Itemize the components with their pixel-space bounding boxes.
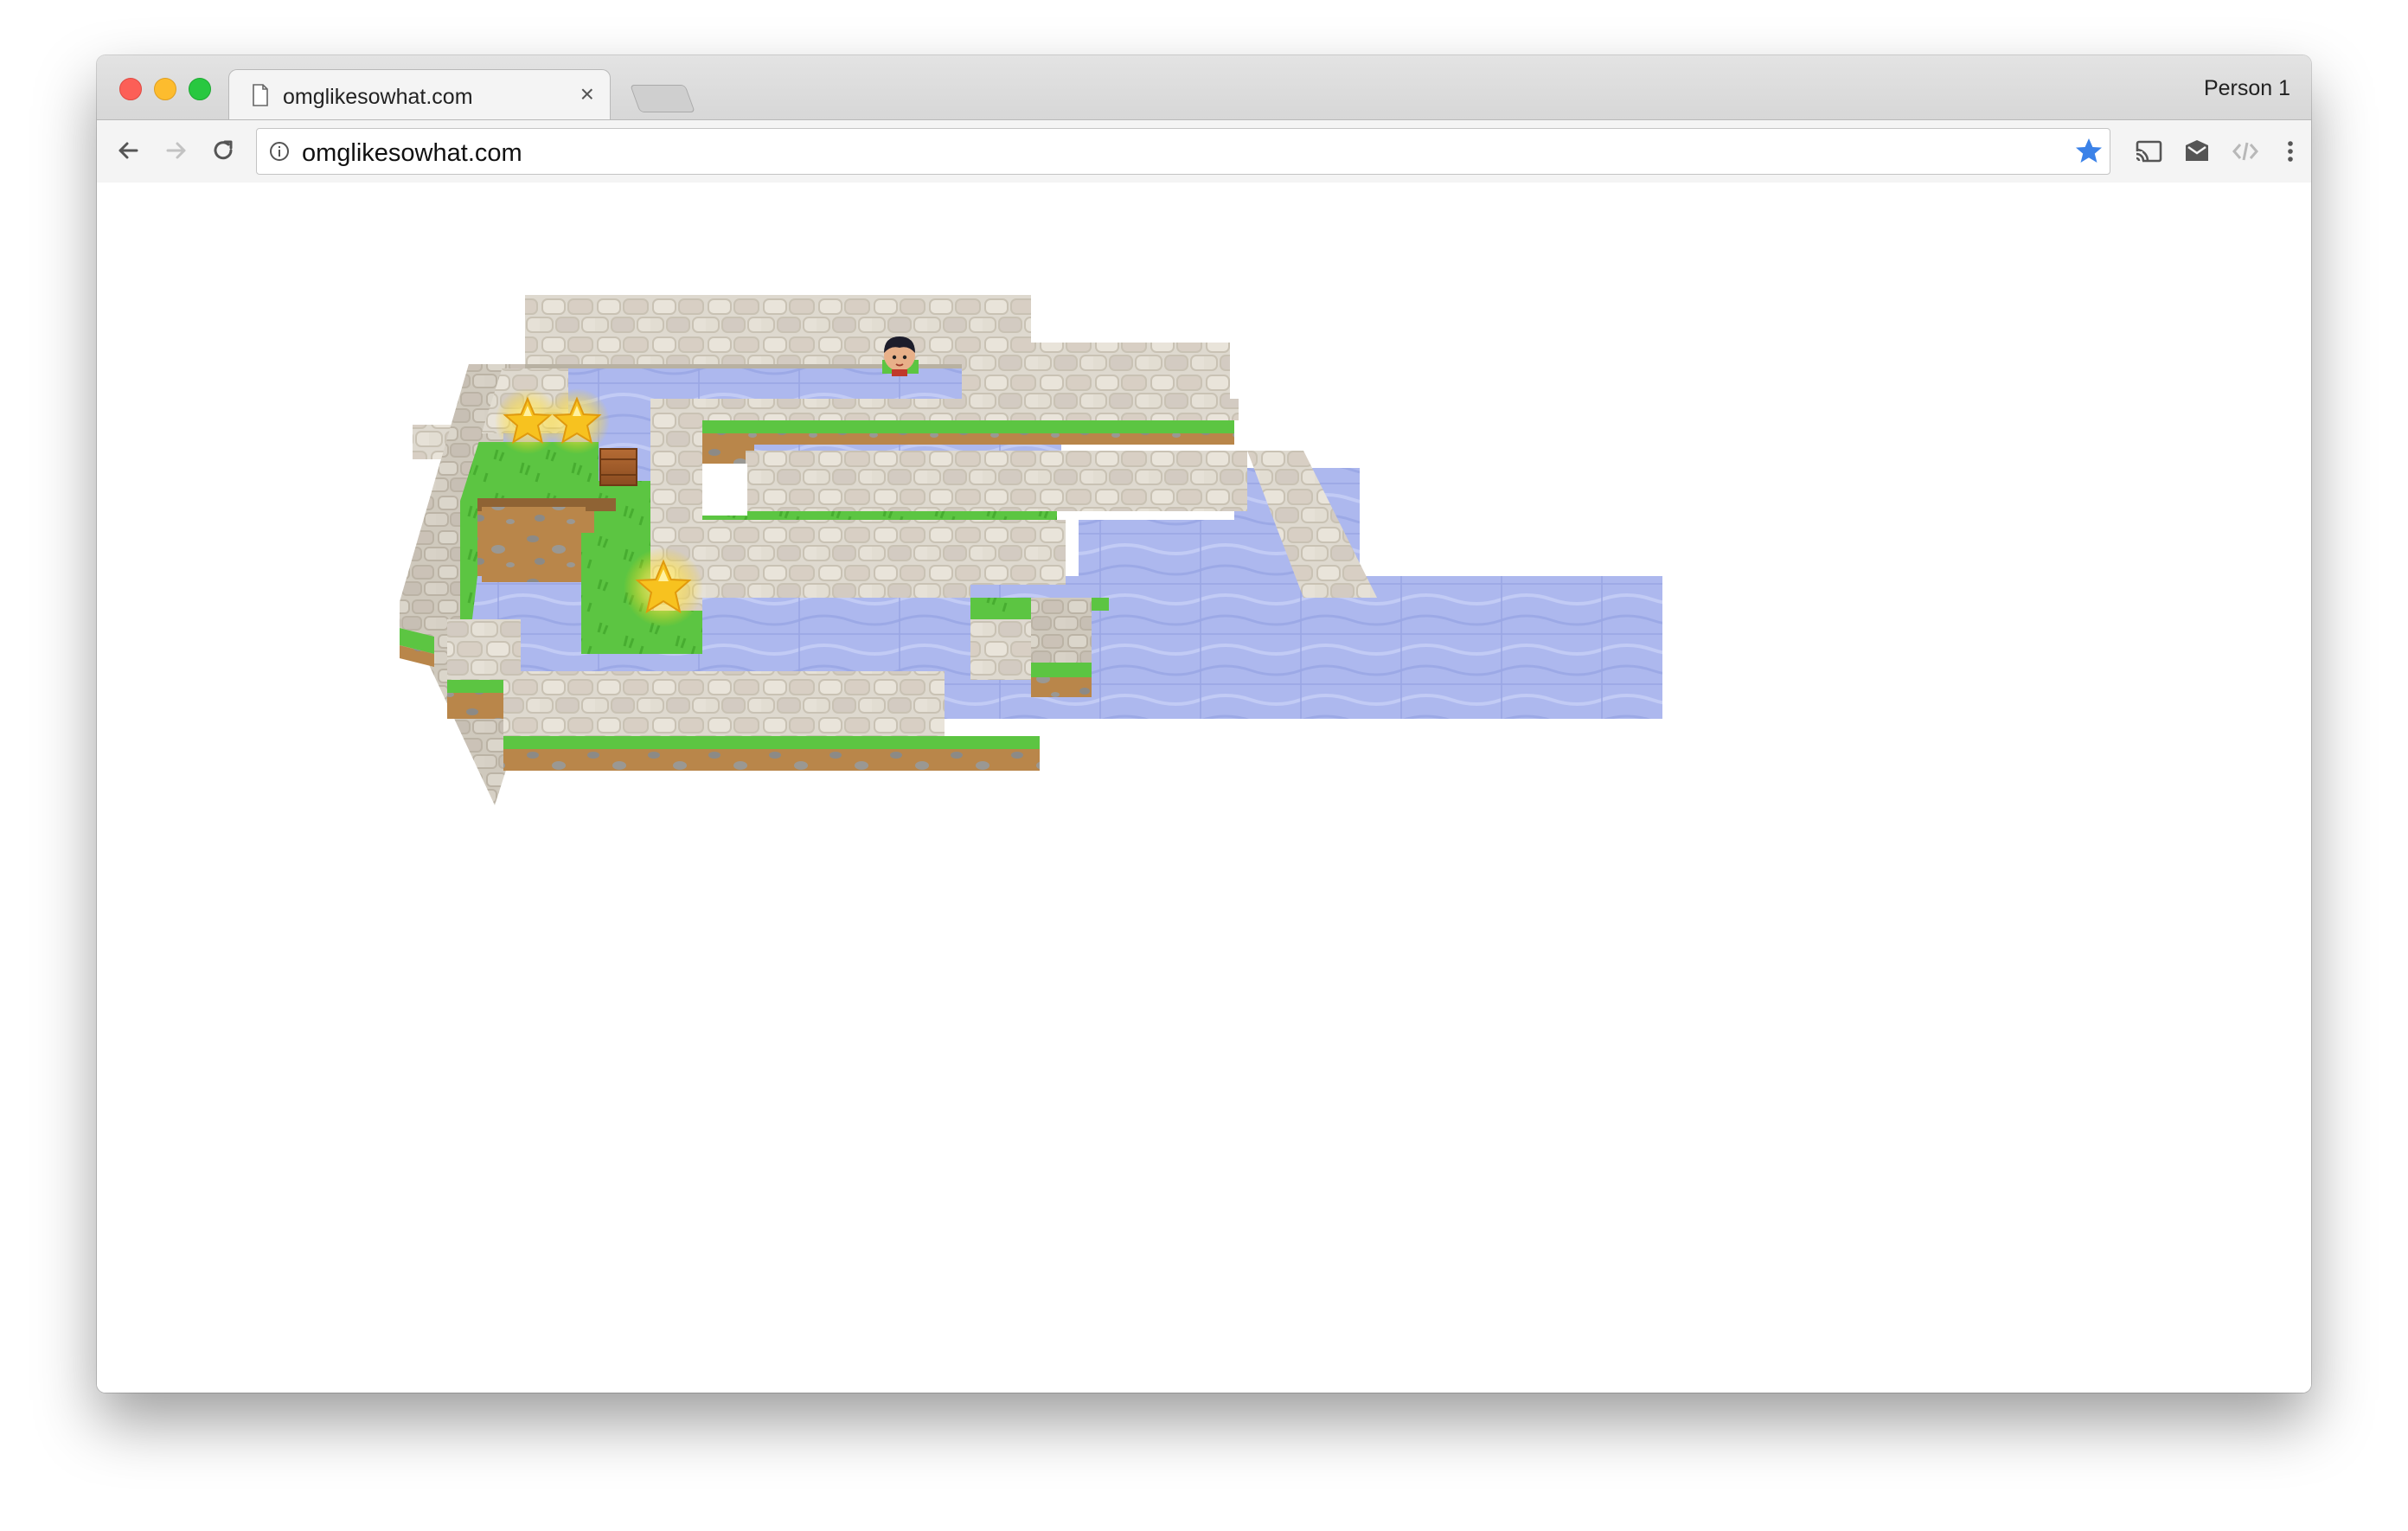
new-tab-button[interactable] (630, 85, 695, 112)
cast-icon[interactable] (2133, 136, 2164, 167)
window-zoom-button[interactable] (189, 78, 211, 100)
profile-name[interactable]: Person 1 (2204, 76, 2290, 101)
wooden-crate[interactable] (599, 448, 637, 486)
address-bar[interactable]: omglikesowhat.com (256, 128, 2110, 175)
tab-strip: omglikesowhat.com × Person 1 (97, 55, 2311, 120)
info-icon[interactable] (269, 141, 290, 162)
tab-close-icon[interactable]: × (580, 82, 594, 106)
forward-arrow-icon[interactable] (161, 135, 192, 166)
window-close-button[interactable] (119, 78, 142, 100)
code-extension-icon[interactable] (2230, 136, 2261, 167)
reload-icon[interactable] (208, 135, 239, 166)
url-text: omglikesowhat.com (302, 139, 522, 167)
browser-window: omglikesowhat.com × Person 1 omglikesowh… (97, 55, 2311, 1393)
document-icon (253, 84, 268, 106)
kebab-menu-icon[interactable] (2275, 136, 2306, 167)
bookmark-star-icon[interactable] (2073, 136, 2104, 167)
game-board[interactable] (97, 183, 2311, 1393)
star[interactable] (624, 548, 703, 627)
back-arrow-icon[interactable] (112, 135, 144, 166)
toolbar: omglikesowhat.com (97, 119, 2311, 183)
tab-title: omglikesowhat.com (283, 85, 473, 109)
tab-active[interactable]: omglikesowhat.com × (228, 69, 611, 120)
hole-gap (702, 464, 747, 516)
game-viewport[interactable] (97, 183, 2311, 1393)
window-minimize-button[interactable] (154, 78, 176, 100)
star[interactable] (544, 388, 610, 454)
envelope-extension-icon[interactable] (2181, 136, 2213, 167)
